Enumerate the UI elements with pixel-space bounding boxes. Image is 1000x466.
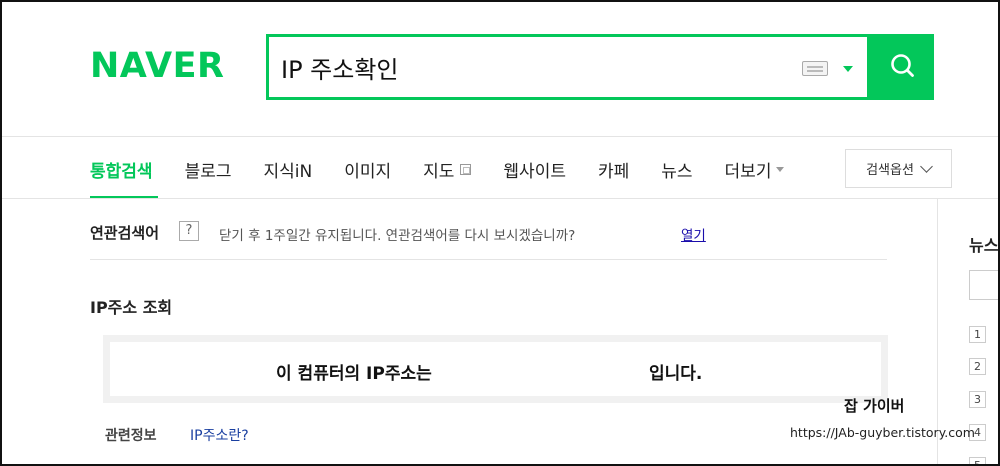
search-icon	[891, 54, 914, 77]
ip-result-box: 이 컴퓨터의 IP주소는 입니다.	[103, 335, 888, 403]
tab-websites[interactable]: 웹사이트	[503, 157, 566, 182]
news-panel-title: 뉴스	[969, 236, 999, 255]
rank-badge: 2	[969, 358, 986, 375]
tab-map[interactable]: 지도	[423, 157, 472, 182]
news-panel-input[interactable]	[969, 270, 998, 300]
ip-result-suffix: 입니다.	[649, 364, 703, 384]
naver-logo[interactable]: NAVER	[90, 46, 224, 86]
related-open-link[interactable]: 열기	[681, 224, 706, 244]
keyboard-icon[interactable]	[802, 61, 828, 76]
search-input[interactable]	[281, 47, 781, 87]
ip-result-prefix: 이 컴퓨터의 IP주소는	[276, 364, 432, 384]
tab-kin[interactable]: 지식iN	[263, 157, 312, 182]
watermark-url: https://JAb-guyber.tistory.com	[790, 425, 975, 440]
chevron-down-icon	[920, 159, 933, 173]
watermark-title: 잡 가이버	[844, 397, 905, 415]
related-search-message: 닫기 후 1주일간 유지됩니다. 연관검색어를 다시 보시겠습니까?	[219, 228, 576, 244]
tab-cafe[interactable]: 카페	[598, 157, 629, 182]
header-divider	[2, 136, 998, 137]
page-frame: NAVER 통합검색 블로그 지식iN 이미지 지도 웹사이트 카페 뉴스 더보…	[0, 0, 1000, 466]
external-window-icon	[460, 163, 472, 175]
tab-integrated[interactable]: 통합검색	[90, 157, 153, 182]
ip-lookup-heading: IP주소 조회	[90, 298, 173, 317]
tabs-divider	[2, 198, 998, 199]
related-search-label: 연관검색어	[90, 224, 160, 242]
caret-down-icon	[776, 166, 785, 172]
caret-down-icon[interactable]	[843, 66, 853, 72]
related-info-label: 관련정보	[105, 428, 157, 444]
section-divider	[90, 259, 887, 260]
tab-more[interactable]: 더보기	[725, 157, 785, 182]
what-is-ip-link[interactable]: IP주소란?	[190, 425, 249, 445]
rank-badge: 5	[969, 457, 986, 464]
tab-news[interactable]: 뉴스	[661, 157, 692, 182]
rank-badge: 3	[969, 391, 986, 408]
search-options-label: 검색옵션	[866, 163, 914, 178]
rank-badge: 1	[969, 326, 986, 343]
tab-map-label: 지도	[423, 161, 455, 182]
search-box	[266, 34, 870, 100]
tab-more-label: 더보기	[724, 161, 772, 182]
search-options-button[interactable]: 검색옵션	[845, 149, 952, 188]
tab-images[interactable]: 이미지	[344, 157, 391, 182]
search-tabs: 통합검색 블로그 지식iN 이미지 지도 웹사이트 카페 뉴스 더보기	[90, 154, 816, 184]
help-icon[interactable]: ?	[179, 221, 199, 241]
search-button[interactable]	[870, 34, 934, 100]
tab-blog[interactable]: 블로그	[185, 157, 232, 182]
